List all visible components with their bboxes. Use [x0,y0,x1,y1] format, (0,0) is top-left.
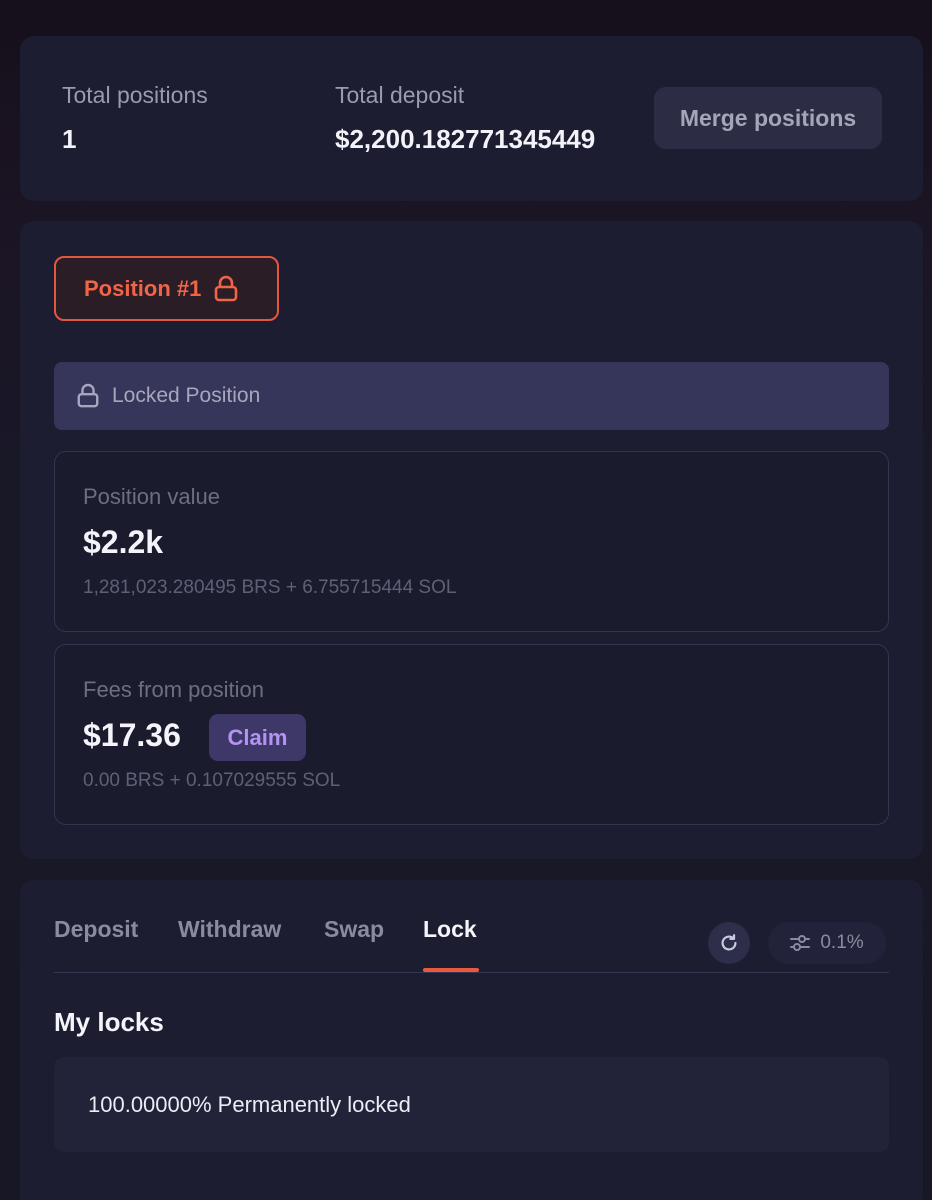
total-positions-label: Total positions [62,82,208,108]
tab-lock[interactable]: Lock [423,916,477,943]
locked-position-label: Locked Position [112,384,261,407]
positions-summary-card: Total positions 1 Total deposit $2,200.1… [20,36,923,201]
lock-icon [76,383,100,409]
position-tab-label: Position #1 [84,275,202,301]
claim-button[interactable]: Claim [209,714,306,761]
position-value-label: Position value [83,484,220,509]
position-value-breakdown: 1,281,023.280495 BRS + 6.755715444 SOL [83,577,457,598]
tabs-divider [54,972,889,973]
position-card: Position #1 Locked Position Position val… [20,221,923,859]
total-positions-value: 1 [62,124,77,154]
fees-breakdown: 0.00 BRS + 0.107029555 SOL [83,770,341,791]
refresh-button[interactable] [708,922,750,964]
my-locks-title: My locks [54,1007,164,1037]
slippage-settings-button[interactable]: 0.1% [768,922,886,964]
refresh-icon [718,932,740,954]
tab-deposit[interactable]: Deposit [54,916,138,943]
tab-withdraw[interactable]: Withdraw [178,916,281,943]
sliders-icon [790,934,811,952]
total-deposit-value: $2,200.182771345449 [335,124,596,154]
total-deposit-label: Total deposit [335,82,465,108]
fees-value: $17.36 [83,717,181,753]
locked-position-banner: Locked Position [54,362,889,430]
position-value-box: Position value $2.2k 1,281,023.280495 BR… [54,451,889,632]
slippage-value: 0.1% [820,932,864,953]
tab-swap[interactable]: Swap [324,916,384,943]
lock-entry-text: 100.00000% Permanently locked [88,1091,411,1117]
fees-label: Fees from position [83,677,264,702]
position-tab[interactable]: Position #1 [54,256,279,321]
position-value: $2.2k [83,524,164,560]
merge-positions-button[interactable]: Merge positions [654,87,882,149]
actions-card: Deposit Withdraw Swap Lock 0.1% My locks… [20,880,923,1200]
lock-icon [213,275,239,303]
lock-entry: 100.00000% Permanently locked [54,1057,889,1152]
fees-box: Fees from position $17.36 Claim 0.00 BRS… [54,644,889,825]
